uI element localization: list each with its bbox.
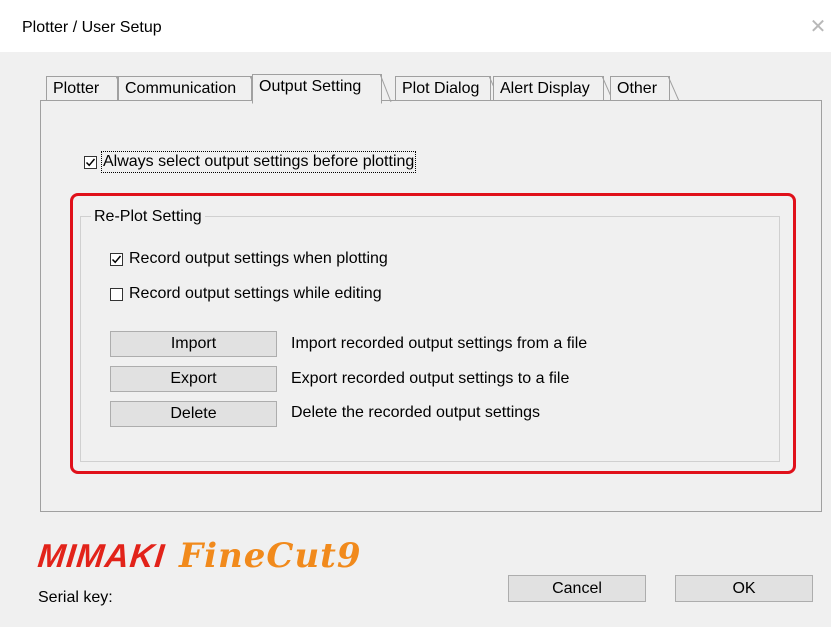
record-when-plotting-checkbox[interactable] bbox=[110, 252, 123, 266]
delete-button[interactable]: Delete bbox=[110, 401, 277, 427]
delete-description: Delete the recorded output settings bbox=[291, 404, 541, 421]
checkmark-icon bbox=[85, 158, 96, 166]
record-while-editing-label: Record output settings while editing bbox=[129, 285, 382, 302]
record-when-plotting-label: Record output settings when plotting bbox=[129, 250, 388, 267]
tab-label: Communication bbox=[125, 80, 237, 97]
record-when-plotting-row[interactable]: Record output settings when plotting bbox=[110, 250, 388, 268]
record-while-editing-row[interactable]: Record output settings while editing bbox=[110, 285, 382, 303]
tab-label: Other bbox=[617, 80, 658, 97]
tab-edge bbox=[668, 76, 680, 101]
tab-label: Output Setting bbox=[259, 78, 362, 95]
always-select-checkbox-row[interactable]: Always select output settings before plo… bbox=[84, 151, 417, 173]
always-select-checkbox[interactable] bbox=[84, 155, 97, 169]
window-title: Plotter / User Setup bbox=[22, 19, 162, 36]
mimaki-logo-text: MIMAKI bbox=[36, 537, 167, 574]
tab-alert-display[interactable]: Alert Display bbox=[493, 76, 614, 101]
close-icon[interactable]: ✕ bbox=[805, 14, 831, 40]
title-bar: Plotter / User Setup ✕ bbox=[0, 0, 831, 52]
cancel-button[interactable]: Cancel bbox=[508, 575, 646, 602]
checkmark-icon bbox=[111, 255, 122, 263]
tab-label: Plotter bbox=[53, 80, 100, 97]
tab-plotter[interactable]: Plotter bbox=[46, 76, 128, 101]
user-setup-dialog: Plotter / User Setup ✕ Plotter Communica… bbox=[0, 0, 831, 627]
tab-other[interactable]: Other bbox=[610, 76, 680, 101]
serial-key-label: Serial key: bbox=[38, 589, 113, 606]
tab-label: Alert Display bbox=[500, 80, 590, 97]
record-while-editing-checkbox[interactable] bbox=[110, 287, 123, 301]
mimaki-finecut-logo: MIMAKI FineCut9 bbox=[36, 536, 362, 576]
import-description: Import recorded output settings from a f… bbox=[291, 335, 588, 352]
export-description: Export recorded output settings to a fil… bbox=[291, 370, 570, 387]
import-button[interactable]: Import bbox=[110, 331, 277, 357]
export-button[interactable]: Export bbox=[110, 366, 277, 392]
replot-setting-title: Re-Plot Setting bbox=[91, 208, 205, 226]
always-select-label: Always select output settings before plo… bbox=[100, 151, 417, 173]
finecut-logo-text: FineCut9 bbox=[178, 536, 362, 576]
tab-output-setting[interactable]: Output Setting bbox=[252, 74, 392, 104]
tab-label: Plot Dialog bbox=[402, 80, 480, 97]
tab-communication[interactable]: Communication bbox=[118, 76, 262, 101]
ok-button[interactable]: OK bbox=[675, 575, 813, 602]
tab-plot-dialog[interactable]: Plot Dialog bbox=[395, 76, 501, 101]
